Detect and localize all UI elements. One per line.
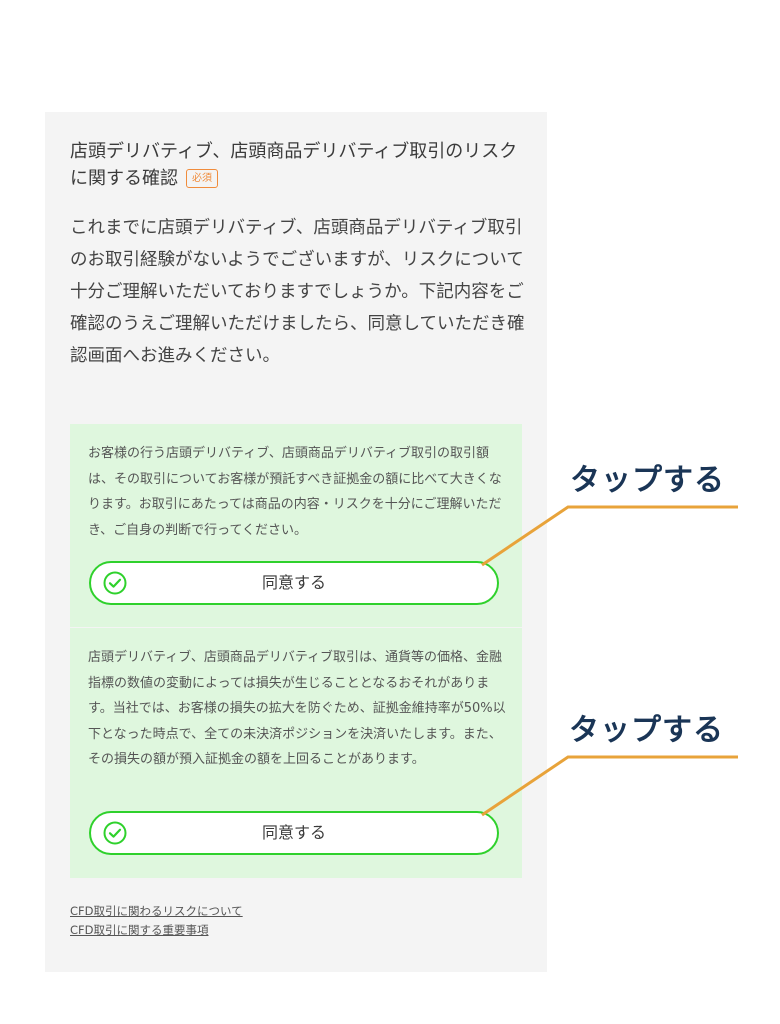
tap-annotation-2: タップする <box>569 713 724 748</box>
cfd-important-matters-link[interactable]: CFD取引に関する重要事項 <box>70 921 243 940</box>
agree-button-2[interactable]: 同意する <box>89 811 499 855</box>
agree-button-1[interactable]: 同意する <box>89 561 499 605</box>
related-links: CFD取引に関わるリスクについて CFD取引に関する重要事項 <box>70 902 243 940</box>
cfd-risk-link[interactable]: CFD取引に関わるリスクについて <box>70 902 243 921</box>
agree-button-label: 同意する <box>261 573 326 592</box>
agree-button-label: 同意する <box>261 823 326 842</box>
intro-text: これまでに店頭デリバティブ、店頭商品デリバティブ取引のお取引経験がないようでござ… <box>70 218 525 366</box>
risk-card-text: 店頭デリバティブ、店頭商品デリバティブ取引は、通貨等の価格、金融指標の数値の変動… <box>88 650 506 767</box>
section-title-text: 店頭デリバティブ、店頭商品デリバティブ取引のリスクに関する確認 <box>70 141 518 189</box>
risk-card-2: 店頭デリバティブ、店頭商品デリバティブ取引は、通貨等の価格、金融指標の数値の変動… <box>70 628 522 878</box>
risk-confirmation-panel: 店頭デリバティブ、店頭商品デリバティブ取引のリスクに関する確認 必須 これまでに店… <box>45 112 547 972</box>
tap-annotation-1: タップする <box>570 463 725 498</box>
risk-card-text: お客様の行う店頭デリバティブ、店頭商品デリバティブ取引の取引額は、その取引につい… <box>88 446 502 538</box>
required-badge: 必須 <box>186 169 218 188</box>
section-title: 店頭デリバティブ、店頭商品デリバティブ取引のリスクに関する確認 必須 <box>70 138 530 192</box>
risk-card-1: お客様の行う店頭デリバティブ、店頭商品デリバティブ取引の取引額は、その取引につい… <box>70 424 522 627</box>
